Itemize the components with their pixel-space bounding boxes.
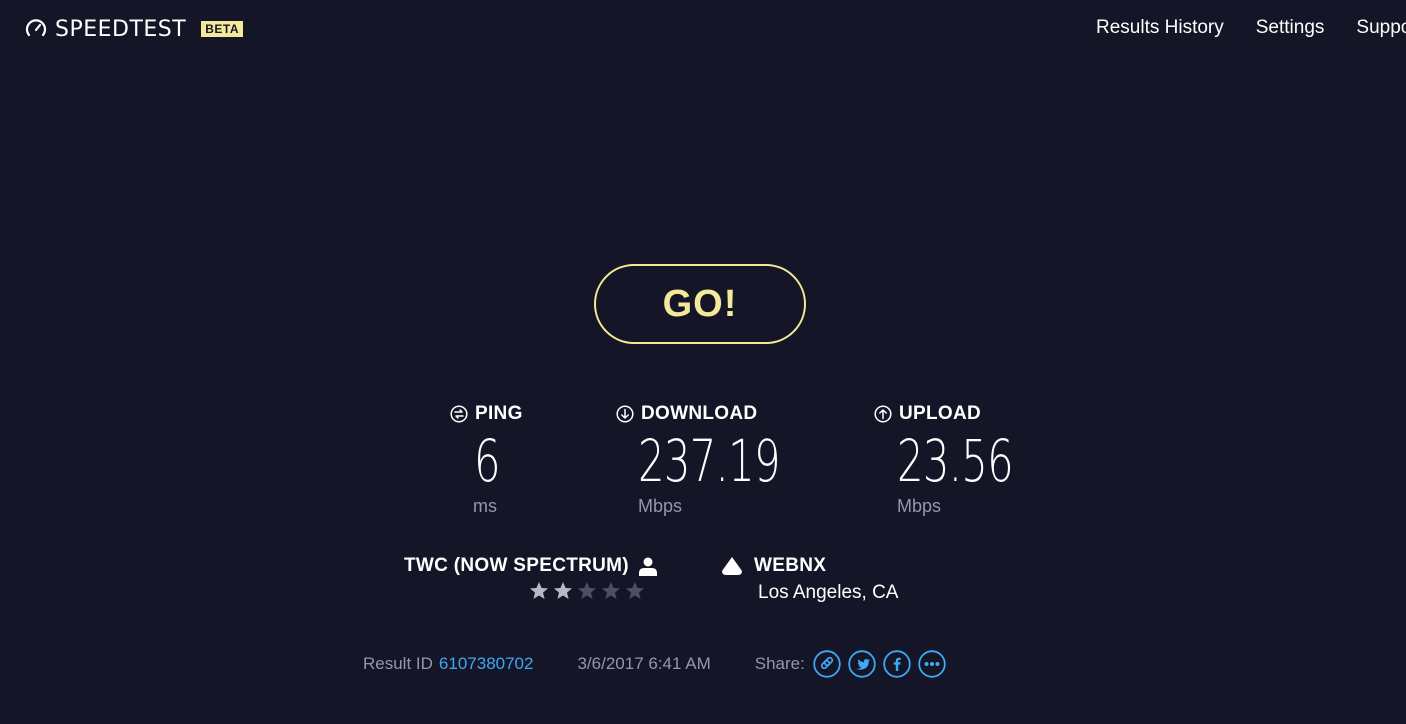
- nav-settings[interactable]: Settings: [1256, 16, 1325, 40]
- top-nav: Results History Settings Support: [1096, 16, 1406, 40]
- result-timestamp: 3/6/2017 6:41 AM: [577, 654, 711, 673]
- gauge-icon: [25, 19, 47, 37]
- download-value: 237.19: [638, 427, 781, 495]
- download-arrow-icon: [616, 405, 634, 423]
- download-unit: Mbps: [638, 496, 683, 516]
- star-filled-icon: [530, 582, 548, 599]
- ping-value: 6: [474, 427, 501, 495]
- ping-header: PING: [450, 403, 523, 425]
- speedtest-logo[interactable]: SPEEDTEST BETA: [24, 14, 243, 44]
- facebook-icon[interactable]: [883, 650, 911, 678]
- upload-value: 23.56: [897, 427, 1014, 495]
- share-label: Share:: [754, 654, 805, 673]
- ping-icon: [450, 405, 468, 423]
- isp-name: TWC (NOW SPECTRUM): [404, 555, 629, 576]
- server-icon: [722, 557, 742, 575]
- link-icon[interactable]: [813, 650, 841, 678]
- star-empty-icon: [626, 582, 644, 599]
- twitter-icon[interactable]: [848, 650, 876, 678]
- nav-results-history[interactable]: Results History: [1096, 16, 1224, 40]
- upload-arrow-icon: [874, 405, 892, 423]
- server-info[interactable]: WEBNX: [722, 555, 826, 577]
- star-empty-icon: [578, 582, 596, 599]
- ping-label: PING: [475, 403, 523, 424]
- download-metric: DOWNLOAD: [616, 403, 757, 425]
- ping-metric: PING: [450, 403, 523, 425]
- star-filled-icon: [554, 582, 572, 599]
- download-header: DOWNLOAD: [616, 403, 757, 425]
- nav-support[interactable]: Support: [1356, 16, 1406, 40]
- beta-badge: BETA: [201, 21, 243, 37]
- upload-label: UPLOAD: [899, 403, 982, 424]
- result-id-link[interactable]: 6107380702: [439, 654, 534, 674]
- go-button[interactable]: GO!: [594, 264, 806, 344]
- isp-info[interactable]: TWC (NOW SPECTRUM): [404, 555, 657, 577]
- server-location: Los Angeles, CA: [758, 582, 899, 603]
- upload-metric: UPLOAD: [874, 403, 981, 425]
- upload-header: UPLOAD: [874, 403, 981, 425]
- isp-rating[interactable]: [529, 581, 649, 601]
- result-id-label: Result ID: [363, 654, 433, 673]
- result-footer: Result ID 6107380702 3/6/2017 6:41 AM Sh…: [363, 650, 953, 678]
- upload-unit: Mbps: [897, 496, 942, 516]
- logo-text: SPEEDTEST: [55, 16, 187, 42]
- person-icon: [638, 557, 657, 576]
- server-name: WEBNX: [754, 555, 827, 576]
- download-label: DOWNLOAD: [641, 403, 758, 424]
- ping-unit: ms: [473, 496, 497, 516]
- more-icon[interactable]: [918, 650, 946, 678]
- star-empty-icon: [602, 582, 620, 599]
